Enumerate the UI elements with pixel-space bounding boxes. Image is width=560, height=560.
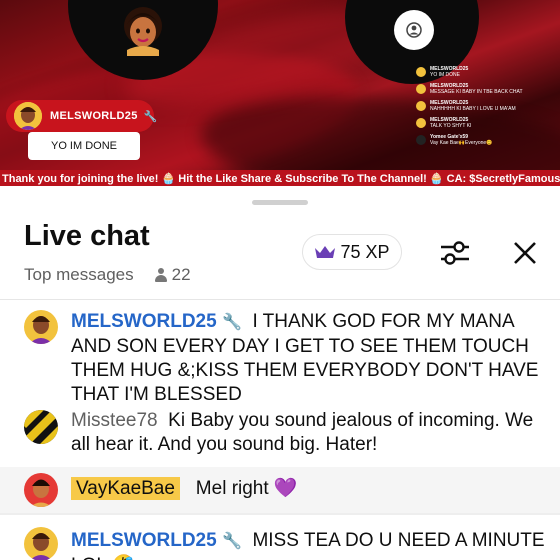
overlay-chat-item: MELSWORLD25 MESSAGE KI BABY IN TBE BACK C… — [416, 83, 556, 95]
close-icon[interactable] — [510, 238, 540, 268]
message-author[interactable]: MELSWORLD25 — [71, 311, 217, 332]
overlay-chat-item: MELSWORLD25 YO IM DONE — [416, 66, 556, 78]
avatar[interactable] — [24, 310, 58, 344]
live-video[interactable]: MELSWORLD25 🔧 YO IM DONE MELSWORLD25 YO I… — [0, 0, 560, 186]
chat-mode-selector[interactable]: Top messages 22 — [24, 265, 191, 285]
live-chat-sheet: Live chat Top messages 22 75 XP MELSWORL… — [0, 190, 560, 560]
chat-message[interactable]: MELSWORLD25 🔧 I THANK GOD FOR MY MANA AN… — [0, 300, 560, 405]
drag-handle[interactable] — [252, 200, 308, 205]
overlay-avatar — [416, 118, 426, 128]
overlay-chat-feed: MELSWORLD25 YO IM DONE MELSWORLD25 MESSAGE… — [416, 66, 556, 151]
chat-message[interactable]: Misstee78 Ki Baby you sound jealous of i… — [0, 395, 560, 467]
message-author[interactable]: Misstee78 — [71, 410, 158, 431]
filter-sliders-icon[interactable] — [438, 236, 472, 270]
overlay-text: NAHHHHH KI BABY I LOVE U MA'AM — [430, 106, 516, 112]
xp-label: 75 XP — [340, 241, 390, 262]
message-author[interactable]: VayKaeBae — [71, 477, 180, 500]
overlay-text: TALK YO SHYT KI — [430, 123, 472, 129]
host-avatar-icon — [124, 7, 162, 56]
overlay-avatar — [416, 135, 426, 145]
user-icon — [406, 22, 422, 38]
page-title: Live chat — [24, 220, 150, 252]
xp-button[interactable]: 75 XP — [302, 234, 402, 270]
overlay-text: YO IM DONE — [430, 72, 461, 78]
camera-toggle-button[interactable] — [394, 10, 434, 50]
wrench-icon: 🔧 — [221, 533, 242, 550]
pinned-author-name: MELSWORLD25 — [50, 110, 138, 122]
avatar[interactable] — [24, 527, 58, 560]
announcement-ticker: Thank you for joining the live! 🧁 Hit th… — [0, 170, 560, 186]
overlay-avatar — [416, 67, 426, 77]
chat-mode-label: Top messages — [24, 265, 134, 284]
pinned-author-pill[interactable]: MELSWORLD25 🔧 — [6, 100, 157, 132]
pinned-author-avatar — [14, 102, 42, 130]
crown-icon — [315, 246, 336, 258]
chat-message[interactable]: MELSWORLD25 🔧 MISS TEA DO U NEED A MINUT… — [0, 515, 560, 560]
overlay-avatar — [416, 101, 426, 111]
avatar[interactable] — [24, 410, 58, 444]
overlay-avatar — [416, 84, 426, 94]
message-author[interactable]: MELSWORLD25 — [71, 530, 217, 551]
overlay-chat-item: MELSWORLD25 NAHHHHH KI BABY I LOVE U MA'A… — [416, 100, 556, 112]
people-icon — [154, 267, 168, 283]
chat-message-list[interactable]: MELSWORLD25 🔧 I THANK GOD FOR MY MANA AN… — [0, 300, 560, 560]
overlay-chat-item: MELSWORLD25 TALK YO SHYT KI — [416, 117, 556, 129]
overlay-text: Vay Kae Bae🙌Everyone😊 — [430, 140, 493, 146]
message-text: Mel right 💜 — [195, 478, 298, 499]
chat-message[interactable]: VayKaeBae Mel right 💜 — [0, 467, 560, 513]
avatar[interactable] — [24, 473, 58, 507]
viewer-count: 22 — [171, 265, 191, 284]
overlay-chat-item: Yomee Gate'x59 Vay Kae Bae🙌Everyone😊 — [416, 134, 556, 146]
overlay-text: MESSAGE KI BABY IN TBE BACK CHAT — [430, 89, 523, 95]
wrench-icon: 🔧 — [221, 314, 242, 331]
pinned-message: YO IM DONE — [28, 132, 140, 160]
wrench-icon: 🔧 — [143, 110, 158, 123]
